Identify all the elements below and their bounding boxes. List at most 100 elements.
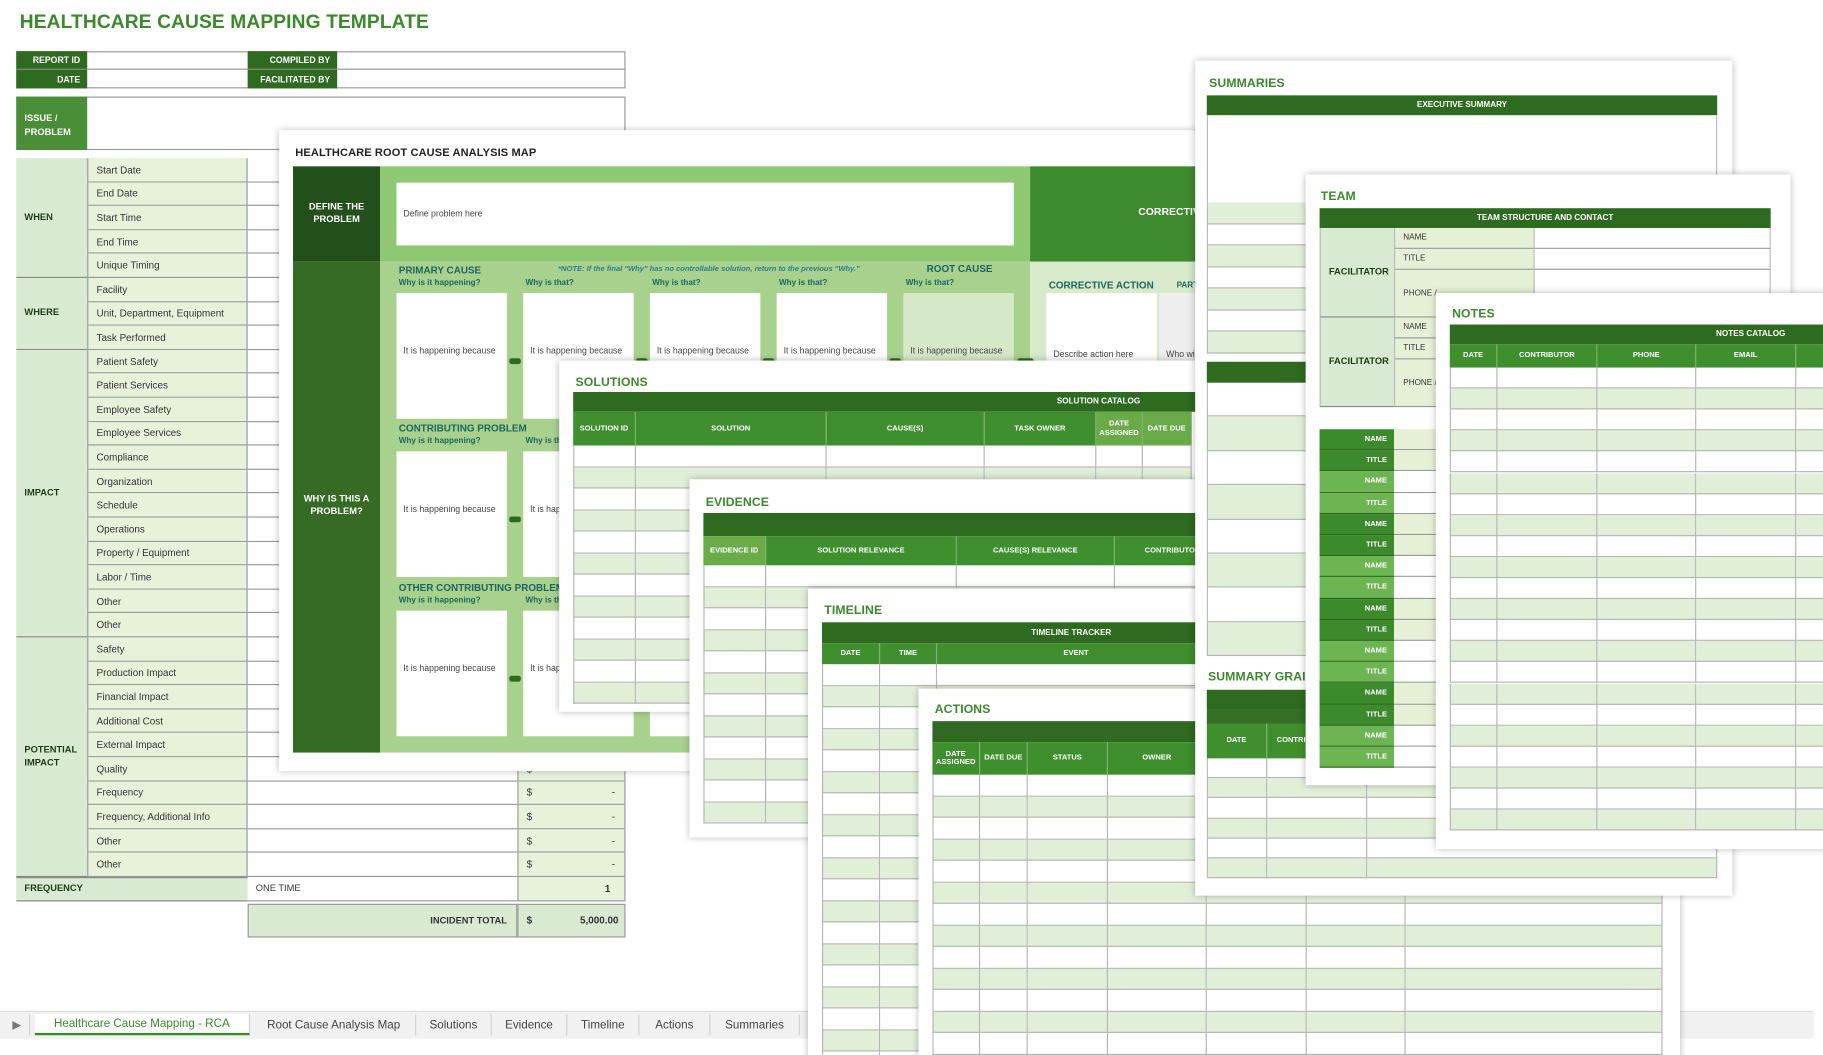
actions-cell[interactable] [1206, 968, 1307, 990]
solutions-cell[interactable] [573, 639, 636, 661]
actions-cell[interactable] [980, 925, 1028, 947]
actions-cell[interactable] [1107, 946, 1207, 969]
evidence-cell[interactable] [703, 737, 767, 759]
solutions-cell[interactable] [1142, 445, 1192, 468]
notes-cell[interactable] [1449, 535, 1498, 558]
notes-cell[interactable] [1597, 388, 1697, 410]
actions-cell[interactable] [1107, 817, 1207, 840]
notes-cell[interactable] [1497, 620, 1598, 642]
notes-cell[interactable] [1449, 388, 1498, 410]
summary-graph-cell[interactable] [1267, 818, 1368, 839]
notes-cell[interactable] [1449, 472, 1498, 494]
actions-cell[interactable] [932, 817, 981, 840]
notes-cell[interactable] [1696, 557, 1797, 579]
actions-cell[interactable] [1206, 946, 1307, 969]
actions-cell[interactable] [932, 1011, 981, 1033]
solutions-cell[interactable] [826, 445, 985, 468]
notes-cell[interactable] [1796, 536, 1823, 558]
notes-cell[interactable] [1597, 430, 1697, 452]
define-problem-input[interactable]: Define problem here [396, 182, 1014, 246]
summary-graph-cell[interactable] [1206, 798, 1268, 819]
evidence-cell[interactable] [703, 629, 767, 652]
notes-cell[interactable] [1696, 493, 1797, 515]
actions-cell[interactable] [1107, 989, 1207, 1012]
actions-cell[interactable] [1306, 1011, 1406, 1033]
actions-cell[interactable] [932, 839, 981, 861]
notes-cell[interactable] [1796, 452, 1823, 473]
actions-cell[interactable] [1306, 989, 1406, 1012]
evidence-cell[interactable] [703, 694, 767, 716]
actions-cell[interactable] [932, 860, 981, 883]
notes-cell[interactable] [1597, 788, 1697, 810]
notes-cell[interactable] [1696, 725, 1797, 747]
actions-cell[interactable] [1206, 903, 1307, 926]
actions-cell[interactable] [932, 1032, 981, 1055]
actions-cell[interactable] [1206, 925, 1307, 947]
notes-cell[interactable] [1497, 662, 1598, 684]
summary-graph-cell[interactable] [1206, 858, 1268, 879]
actions-cell[interactable] [1027, 882, 1108, 904]
scroll-tabs-right-icon[interactable]: ▶ [5, 1014, 31, 1036]
notes-cell[interactable] [1497, 641, 1598, 663]
timeline-cell[interactable] [821, 664, 881, 686]
notes-cell[interactable] [1497, 451, 1598, 473]
evidence-cell[interactable] [703, 586, 767, 609]
actions-cell[interactable] [1027, 925, 1108, 947]
solutions-cell[interactable] [573, 574, 636, 597]
solutions-cell[interactable] [573, 553, 636, 575]
timeline-cell[interactable] [880, 664, 938, 686]
timeline-cell[interactable] [821, 965, 881, 987]
notes-cell[interactable] [1696, 746, 1797, 768]
notes-cell[interactable] [1696, 599, 1797, 621]
notes-cell[interactable] [1696, 578, 1797, 600]
actions-cell[interactable] [980, 774, 1028, 797]
notes-cell[interactable] [1696, 704, 1797, 726]
actions-cell[interactable] [932, 796, 981, 818]
evidence-cell[interactable] [703, 802, 767, 824]
timeline-cell[interactable] [821, 1051, 881, 1055]
notes-cell[interactable] [1597, 535, 1697, 558]
notes-cell[interactable] [1597, 409, 1697, 431]
why-box[interactable]: It is happening because [396, 610, 507, 737]
solutions-cell[interactable] [573, 445, 636, 468]
notes-cell[interactable] [1597, 472, 1697, 494]
actions-cell[interactable] [932, 989, 981, 1012]
notes-cell[interactable] [1497, 535, 1598, 558]
notes-cell[interactable] [1796, 557, 1823, 579]
notes-cell[interactable] [1796, 789, 1823, 810]
notes-cell[interactable] [1449, 514, 1498, 536]
notes-cell[interactable] [1449, 493, 1498, 515]
tab-evidence[interactable]: Evidence [492, 1014, 568, 1036]
actions-cell[interactable] [932, 925, 981, 947]
summary-graph-cell[interactable] [1206, 758, 1268, 779]
actions-cell[interactable] [1027, 817, 1108, 840]
notes-cell[interactable] [1449, 557, 1498, 579]
notes-cell[interactable] [1696, 641, 1797, 663]
notes-cell[interactable] [1597, 725, 1697, 747]
row-value-input[interactable] [247, 781, 518, 806]
actions-cell[interactable] [1107, 1011, 1207, 1033]
notes-cell[interactable] [1449, 367, 1498, 389]
notes-cell[interactable] [1796, 704, 1823, 726]
notes-cell[interactable] [1796, 725, 1823, 747]
notes-cell[interactable] [1497, 704, 1598, 726]
timeline-cell[interactable] [821, 879, 881, 901]
actions-cell[interactable] [1405, 946, 1663, 969]
timeline-cell[interactable] [821, 728, 881, 751]
actions-cell[interactable] [1027, 903, 1108, 926]
row-amount[interactable]: $- [517, 805, 626, 830]
actions-cell[interactable] [980, 903, 1028, 926]
compiled-by-field[interactable] [337, 51, 626, 70]
actions-cell[interactable] [1107, 860, 1207, 883]
notes-cell[interactable] [1497, 683, 1598, 705]
tab-summaries[interactable]: Summaries [710, 1014, 800, 1036]
timeline-cell[interactable] [821, 1008, 881, 1030]
summary-graph-cell[interactable] [1206, 818, 1268, 839]
notes-cell[interactable] [1796, 747, 1823, 768]
notes-cell[interactable] [1696, 409, 1797, 431]
notes-cell[interactable] [1449, 430, 1498, 452]
notes-cell[interactable] [1597, 641, 1697, 663]
notes-cell[interactable] [1449, 620, 1498, 642]
actions-cell[interactable] [1107, 925, 1207, 947]
notes-cell[interactable] [1497, 409, 1598, 431]
